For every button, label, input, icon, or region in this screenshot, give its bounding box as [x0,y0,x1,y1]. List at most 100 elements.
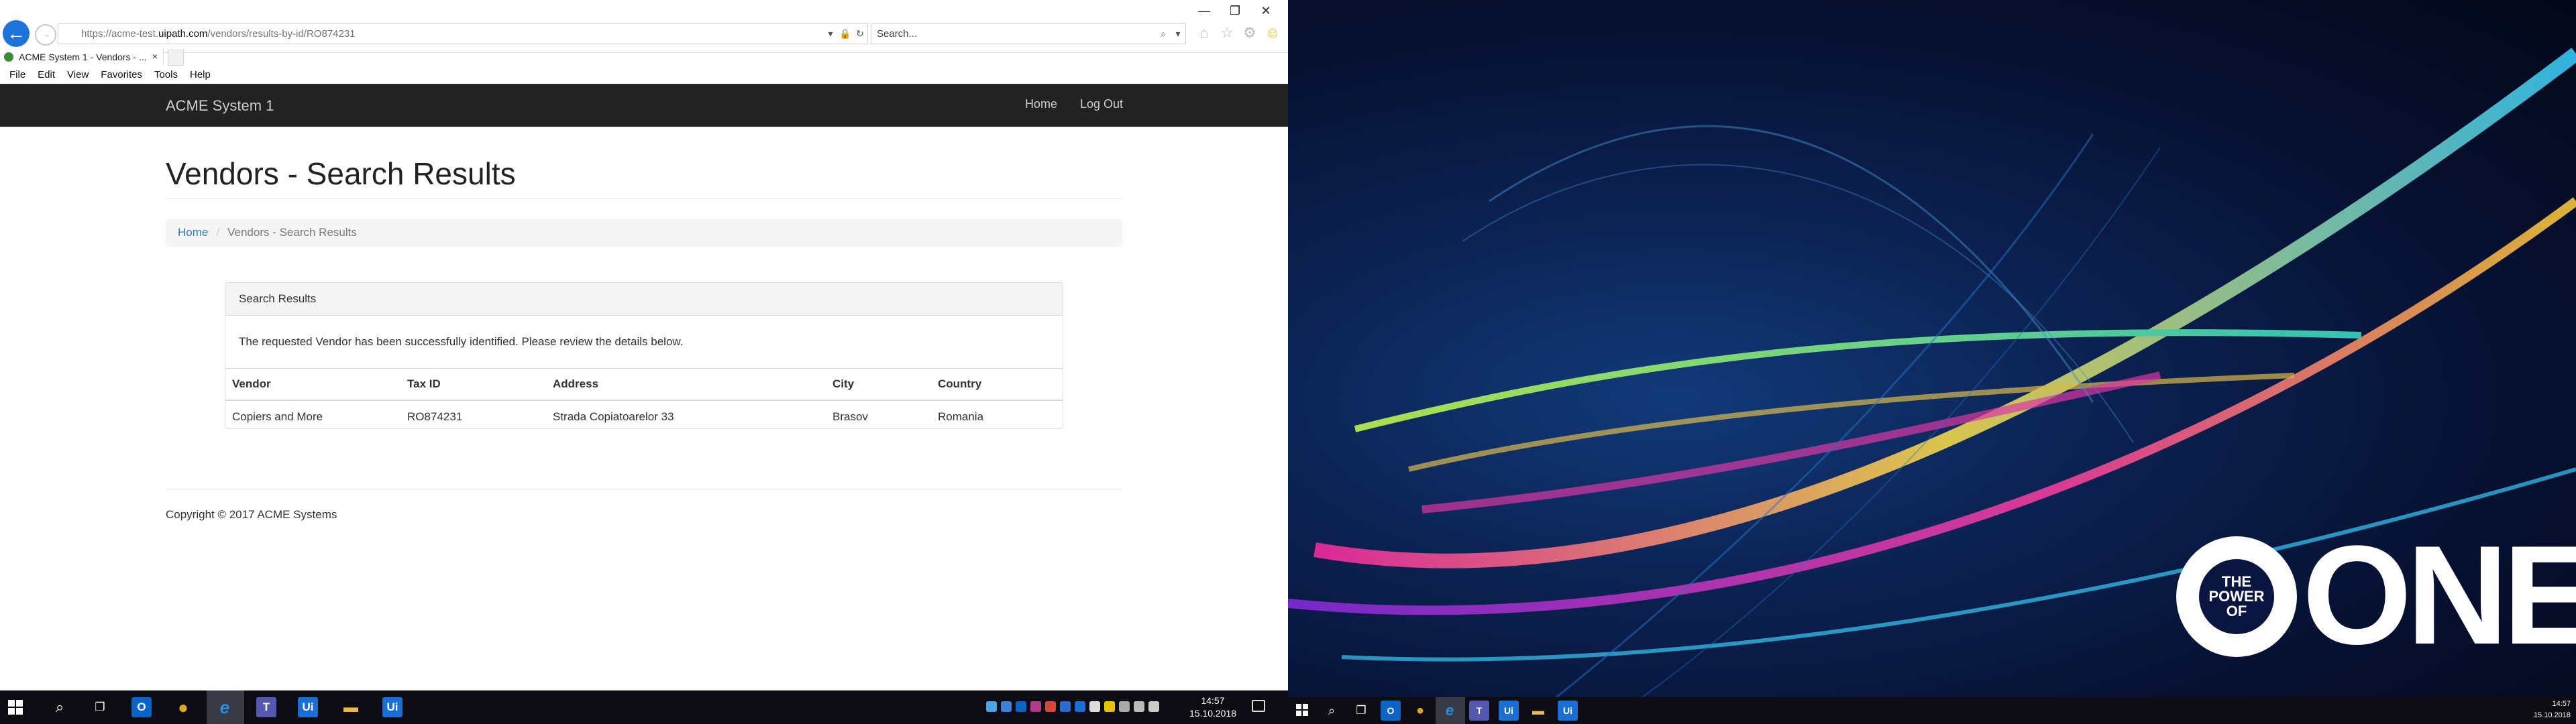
search-bar[interactable]: Search... ⌕ ▾ [871,23,1186,44]
logo-circle: THE POWER OF [2176,536,2297,657]
menu-bar: File Edit View Favorites Tools Help [0,66,1288,83]
tray-onedrive-icon[interactable] [1001,701,1012,712]
taskbar: ⌕ ❐ O ● e T Ui ▬ Ui 14:57 15.10.2018 [0,690,1288,724]
forward-button[interactable]: → [35,24,56,46]
breadcrumb-current: Vendors - Search Results [227,226,357,239]
right-monitor-wallpaper: THE POWER OF ONE ⌕ ❐ O ● e T Ui ▬ Ui 14:… [1288,0,2576,724]
uipath-robot-icon[interactable]: Ui [382,697,402,717]
table-row: Copiers and More RO874231 Strada Copiato… [225,400,1063,432]
uipath-studio-icon-secondary[interactable]: Ui [1499,701,1519,721]
search-results-panel: Search Results The requested Vendor has … [225,282,1063,429]
ie-icon-secondary[interactable]: e [1440,701,1460,721]
breadcrumb-home-link[interactable]: Home [178,226,208,239]
secondary-taskbar: ⌕ ❐ O ● e T Ui ▬ Ui 14:57 15.10.2018 [1288,697,2576,724]
tab-close-icon[interactable]: × [152,51,158,62]
tray-uipath-icon[interactable] [1075,701,1085,712]
uipath-studio-icon[interactable]: Ui [298,697,318,717]
breadcrumb-separator: / [216,226,220,239]
tray-volume-icon[interactable] [1148,701,1159,712]
left-monitor: — ❐ ✕ ← → https://acme-test.uipath.com/v… [0,0,1288,724]
tray-outlook-icon[interactable] [1016,701,1026,712]
clock-time: 14:57 [1201,695,1225,706]
logo-text-the: THE [2222,573,2251,590]
the-power-of-one-logo: THE POWER OF ONE [2174,522,2576,669]
menu-tools[interactable]: Tools [154,69,178,80]
tray-wifi-icon[interactable] [1134,701,1144,712]
url-text[interactable]: https://acme-test.uipath.com/vendors/res… [58,28,823,40]
tray-vpn-icon[interactable] [1104,701,1115,712]
search-icon-secondary[interactable]: ⌕ [1322,701,1342,721]
gear-icon[interactable]: ⚙ [1241,24,1258,42]
chrome-icon[interactable]: ● [173,697,193,717]
file-explorer-icon[interactable]: ▬ [341,697,361,717]
tray-shield-icon[interactable] [986,701,997,712]
chrome-icon-secondary[interactable]: ● [1410,701,1430,721]
brand-link[interactable]: ACME System 1 [166,97,274,115]
tray-app-icon[interactable] [1030,701,1041,712]
secondary-clock[interactable]: 14:57 15.10.2018 [2524,699,2571,721]
logo-word-one: ONE [2302,516,2576,674]
secondary-clock-time: 14:57 [2552,700,2571,708]
minimize-button[interactable]: — [1189,1,1220,20]
system-tray [986,701,1159,712]
logo-circle-text: THE POWER OF [2199,559,2274,634]
menu-file[interactable]: File [9,69,25,80]
windows-start-icon-secondary[interactable] [1296,704,1311,719]
lock-icon[interactable]: 🔒 [838,28,853,40]
nav-logout-link[interactable]: Log Out [1080,97,1123,111]
cell-tax-id: RO874231 [407,410,463,423]
url-path: /vendors/results-by-id/RO874231 [207,28,356,40]
ie-icon[interactable]: e [215,697,235,717]
teams-icon-secondary[interactable]: T [1469,701,1489,721]
tray-battery-icon[interactable] [1089,701,1100,712]
task-view-icon[interactable]: ❐ [90,697,110,717]
smiley-feedback-icon[interactable]: ☺ [1264,24,1281,42]
menu-edit[interactable]: Edit [38,69,55,80]
close-window-button[interactable]: ✕ [1250,1,1281,20]
favicon-icon [4,52,13,62]
refresh-icon[interactable]: ↻ [853,28,867,40]
teams-icon[interactable]: T [256,697,276,717]
restore-button[interactable]: ❐ [1220,1,1250,20]
home-icon[interactable]: ⌂ [1195,24,1213,42]
favorites-star-icon[interactable]: ☆ [1218,24,1236,42]
outlook-icon[interactable]: O [131,697,152,717]
task-view-icon-secondary[interactable]: ❐ [1351,701,1371,721]
column-header-country: Country [931,369,1063,401]
table-header-row: Vendor Tax ID Address City Country [225,369,1063,401]
breadcrumb: Home / Vendors - Search Results [166,219,1122,247]
search-placeholder[interactable]: Search... [871,28,1156,40]
browser-toolbar-icons: ⌂ ☆ ⚙ ☺ [1195,24,1281,42]
menu-favorites[interactable]: Favorites [101,69,142,80]
tray-antivirus-icon[interactable] [1045,701,1056,712]
menu-view[interactable]: View [67,69,89,80]
menu-help[interactable]: Help [190,69,211,80]
back-button[interactable]: ← [3,20,30,47]
search-dropdown-icon[interactable]: ▾ [1171,28,1185,40]
uipath-robot-icon-secondary[interactable]: Ui [1558,701,1578,721]
tray-bluetooth-icon[interactable] [1060,701,1071,712]
column-header-vendor: Vendor [225,369,400,401]
panel-heading: Search Results [225,283,1063,316]
taskbar-search-icon[interactable]: ⌕ [50,697,70,717]
nav-home-link[interactable]: Home [1025,97,1057,111]
url-domain: uipath.com [158,28,208,40]
cell-city: Brasov [833,410,868,423]
new-tab-button[interactable] [168,50,184,66]
logo-text-power: POWER [2208,588,2265,605]
file-explorer-icon-secondary[interactable]: ▬ [1528,701,1548,721]
address-bar[interactable]: https://acme-test.uipath.com/vendors/res… [58,23,868,44]
logo-text-of: OF [2226,603,2247,619]
tray-usb-icon[interactable] [1119,701,1130,712]
action-center-icon[interactable] [1252,700,1265,712]
tab-acme-vendors[interactable]: ACME System 1 - Vendors - ... × [0,48,164,66]
windows-start-icon[interactable] [8,700,23,715]
page-title: Vendors - Search Results [166,156,516,191]
search-icon[interactable]: ⌕ [1156,28,1171,40]
tab-title: ACME System 1 - Vendors - ... [19,52,147,62]
arrow-right-icon: → [40,29,51,40]
dropdown-icon[interactable]: ▾ [823,28,838,40]
taskbar-clock[interactable]: 14:57 15.10.2018 [1179,695,1246,720]
outlook-icon-secondary[interactable]: O [1381,701,1401,721]
clock-date: 15.10.2018 [1189,708,1237,719]
